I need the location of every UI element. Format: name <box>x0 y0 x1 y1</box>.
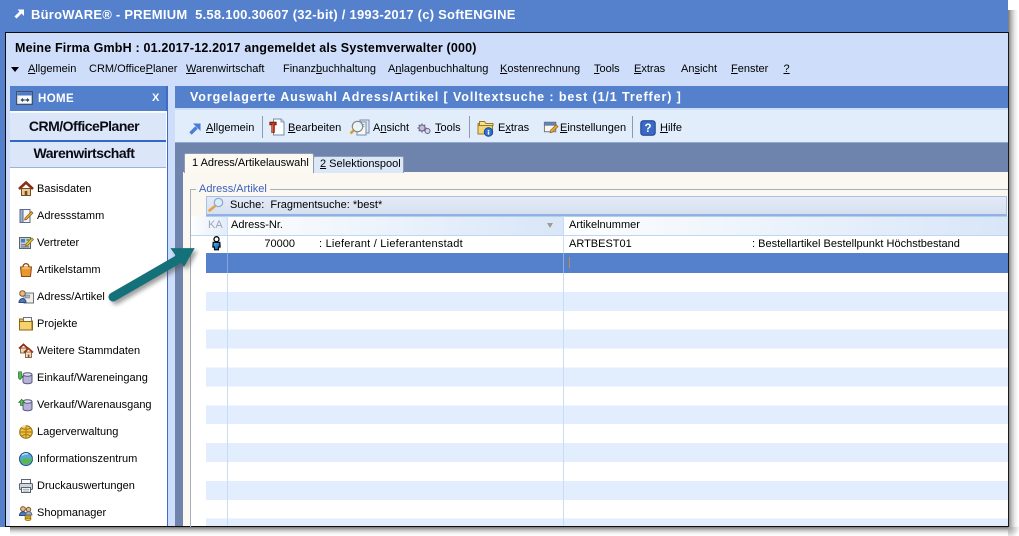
svg-text:?: ? <box>644 123 651 135</box>
